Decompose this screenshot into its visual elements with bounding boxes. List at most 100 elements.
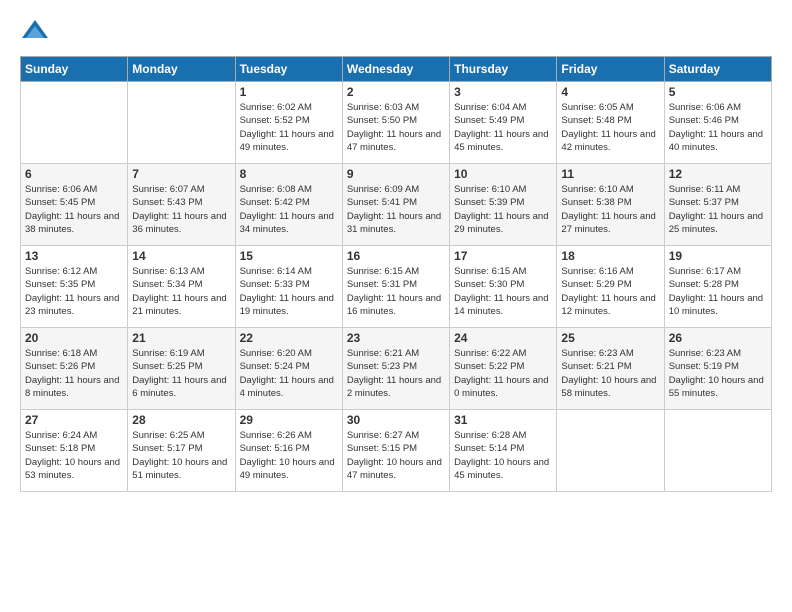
col-header-wednesday: Wednesday — [342, 57, 449, 82]
day-number: 7 — [132, 167, 230, 181]
day-number: 11 — [561, 167, 659, 181]
day-info: Sunrise: 6:16 AMSunset: 5:29 PMDaylight:… — [561, 265, 659, 318]
day-number: 21 — [132, 331, 230, 345]
day-info: Sunrise: 6:23 AMSunset: 5:21 PMDaylight:… — [561, 347, 659, 400]
calendar-cell: 28Sunrise: 6:25 AMSunset: 5:17 PMDayligh… — [128, 410, 235, 492]
day-info: Sunrise: 6:06 AMSunset: 5:46 PMDaylight:… — [669, 101, 767, 154]
day-number: 27 — [25, 413, 123, 427]
week-row-5: 27 Sunrise: 6:24 AMSunset: 5:18 PMDayligh… — [21, 410, 772, 492]
day-info: Sunrise: 6:28 AMSunset: 5:14 PMDaylight:… — [454, 429, 552, 482]
calendar-cell: 17 Sunrise: 6:15 AMSunset: 5:30 PMDayligh… — [450, 246, 557, 328]
calendar-cell: 16Sunrise: 6:15 AMSunset: 5:31 PMDayligh… — [342, 246, 449, 328]
calendar-cell: 13 Sunrise: 6:12 AMSunset: 5:35 PMDayligh… — [21, 246, 128, 328]
day-number: 9 — [347, 167, 445, 181]
day-info: Sunrise: 6:25 AMSunset: 5:17 PMDaylight:… — [132, 429, 230, 482]
day-info: Sunrise: 6:07 AMSunset: 5:43 PMDaylight:… — [132, 183, 230, 236]
day-number: 5 — [669, 85, 767, 99]
calendar-cell: 7 Sunrise: 6:07 AMSunset: 5:43 PMDaylight… — [128, 164, 235, 246]
day-number: 22 — [240, 331, 338, 345]
day-info: Sunrise: 6:06 AMSunset: 5:45 PMDaylight:… — [25, 183, 123, 236]
week-row-4: 20Sunrise: 6:18 AMSunset: 5:26 PMDayligh… — [21, 328, 772, 410]
calendar-cell: 31 Sunrise: 6:28 AMSunset: 5:14 PMDayligh… — [450, 410, 557, 492]
day-number: 4 — [561, 85, 659, 99]
day-number: 23 — [347, 331, 445, 345]
day-info: Sunrise: 6:19 AMSunset: 5:25 PMDaylight:… — [132, 347, 230, 400]
day-number: 30 — [347, 413, 445, 427]
day-info: Sunrise: 6:26 AMSunset: 5:16 PMDaylight:… — [240, 429, 338, 482]
day-number: 24 — [454, 331, 552, 345]
col-header-saturday: Saturday — [664, 57, 771, 82]
calendar-cell: 6 Sunrise: 6:06 AMSunset: 5:45 PMDaylight… — [21, 164, 128, 246]
day-info: Sunrise: 6:13 AMSunset: 5:34 PMDaylight:… — [132, 265, 230, 318]
day-info: Sunrise: 6:09 AMSunset: 5:41 PMDaylight:… — [347, 183, 445, 236]
calendar-cell — [21, 82, 128, 164]
day-number: 14 — [132, 249, 230, 263]
calendar-cell: 29 Sunrise: 6:26 AMSunset: 5:16 PMDayligh… — [235, 410, 342, 492]
calendar-cell — [557, 410, 664, 492]
calendar-cell: 10 Sunrise: 6:10 AMSunset: 5:39 PMDayligh… — [450, 164, 557, 246]
calendar-cell: 22 Sunrise: 6:20 AMSunset: 5:24 PMDayligh… — [235, 328, 342, 410]
week-row-2: 6 Sunrise: 6:06 AMSunset: 5:45 PMDaylight… — [21, 164, 772, 246]
day-info: Sunrise: 6:02 AMSunset: 5:52 PMDaylight:… — [240, 101, 338, 154]
calendar-cell: 1 Sunrise: 6:02 AMSunset: 5:52 PMDaylight… — [235, 82, 342, 164]
day-number: 25 — [561, 331, 659, 345]
day-number: 10 — [454, 167, 552, 181]
logo-icon — [20, 16, 50, 46]
calendar-cell: 19 Sunrise: 6:17 AMSunset: 5:28 PMDayligh… — [664, 246, 771, 328]
day-number: 31 — [454, 413, 552, 427]
day-info: Sunrise: 6:24 AMSunset: 5:18 PMDaylight:… — [25, 429, 123, 482]
day-info: Sunrise: 6:03 AMSunset: 5:50 PMDaylight:… — [347, 101, 445, 154]
day-info: Sunrise: 6:15 AMSunset: 5:30 PMDaylight:… — [454, 265, 552, 318]
page: SundayMondayTuesdayWednesdayThursdayFrid… — [0, 0, 792, 502]
calendar-cell: 3Sunrise: 6:04 AMSunset: 5:49 PMDaylight… — [450, 82, 557, 164]
calendar-cell: 30Sunrise: 6:27 AMSunset: 5:15 PMDayligh… — [342, 410, 449, 492]
calendar-cell: 9 Sunrise: 6:09 AMSunset: 5:41 PMDaylight… — [342, 164, 449, 246]
day-info: Sunrise: 6:18 AMSunset: 5:26 PMDaylight:… — [25, 347, 123, 400]
day-number: 1 — [240, 85, 338, 99]
calendar-cell — [128, 82, 235, 164]
day-number: 2 — [347, 85, 445, 99]
day-number: 29 — [240, 413, 338, 427]
day-info: Sunrise: 6:08 AMSunset: 5:42 PMDaylight:… — [240, 183, 338, 236]
calendar-cell: 15 Sunrise: 6:14 AMSunset: 5:33 PMDayligh… — [235, 246, 342, 328]
day-number: 19 — [669, 249, 767, 263]
day-number: 15 — [240, 249, 338, 263]
day-info: Sunrise: 6:10 AMSunset: 5:39 PMDaylight:… — [454, 183, 552, 236]
day-number: 3 — [454, 85, 552, 99]
calendar-cell: 24 Sunrise: 6:22 AMSunset: 5:22 PMDayligh… — [450, 328, 557, 410]
calendar-cell: 21 Sunrise: 6:19 AMSunset: 5:25 PMDayligh… — [128, 328, 235, 410]
calendar-cell: 2 Sunrise: 6:03 AMSunset: 5:50 PMDaylight… — [342, 82, 449, 164]
calendar-cell: 23 Sunrise: 6:21 AMSunset: 5:23 PMDayligh… — [342, 328, 449, 410]
day-info: Sunrise: 6:21 AMSunset: 5:23 PMDaylight:… — [347, 347, 445, 400]
calendar-cell — [664, 410, 771, 492]
week-row-1: 1 Sunrise: 6:02 AMSunset: 5:52 PMDaylight… — [21, 82, 772, 164]
calendar-cell: 18 Sunrise: 6:16 AMSunset: 5:29 PMDayligh… — [557, 246, 664, 328]
day-info: Sunrise: 6:05 AMSunset: 5:48 PMDaylight:… — [561, 101, 659, 154]
day-info: Sunrise: 6:22 AMSunset: 5:22 PMDaylight:… — [454, 347, 552, 400]
day-info: Sunrise: 6:20 AMSunset: 5:24 PMDaylight:… — [240, 347, 338, 400]
day-info: Sunrise: 6:17 AMSunset: 5:28 PMDaylight:… — [669, 265, 767, 318]
day-number: 12 — [669, 167, 767, 181]
calendar-cell: 11Sunrise: 6:10 AMSunset: 5:38 PMDayligh… — [557, 164, 664, 246]
col-header-tuesday: Tuesday — [235, 57, 342, 82]
day-info: Sunrise: 6:11 AMSunset: 5:37 PMDaylight:… — [669, 183, 767, 236]
calendar-cell: 26 Sunrise: 6:23 AMSunset: 5:19 PMDayligh… — [664, 328, 771, 410]
day-number: 6 — [25, 167, 123, 181]
day-number: 13 — [25, 249, 123, 263]
day-number: 18 — [561, 249, 659, 263]
day-info: Sunrise: 6:14 AMSunset: 5:33 PMDaylight:… — [240, 265, 338, 318]
day-number: 8 — [240, 167, 338, 181]
day-number: 26 — [669, 331, 767, 345]
day-info: Sunrise: 6:23 AMSunset: 5:19 PMDaylight:… — [669, 347, 767, 400]
header — [20, 16, 772, 46]
logo — [20, 16, 54, 46]
day-info: Sunrise: 6:12 AMSunset: 5:35 PMDaylight:… — [25, 265, 123, 318]
col-header-thursday: Thursday — [450, 57, 557, 82]
calendar-cell: 20Sunrise: 6:18 AMSunset: 5:26 PMDayligh… — [21, 328, 128, 410]
day-info: Sunrise: 6:15 AMSunset: 5:31 PMDaylight:… — [347, 265, 445, 318]
calendar-cell: 4 Sunrise: 6:05 AMSunset: 5:48 PMDaylight… — [557, 82, 664, 164]
col-header-sunday: Sunday — [21, 57, 128, 82]
day-number: 17 — [454, 249, 552, 263]
calendar-table: SundayMondayTuesdayWednesdayThursdayFrid… — [20, 56, 772, 492]
col-header-friday: Friday — [557, 57, 664, 82]
